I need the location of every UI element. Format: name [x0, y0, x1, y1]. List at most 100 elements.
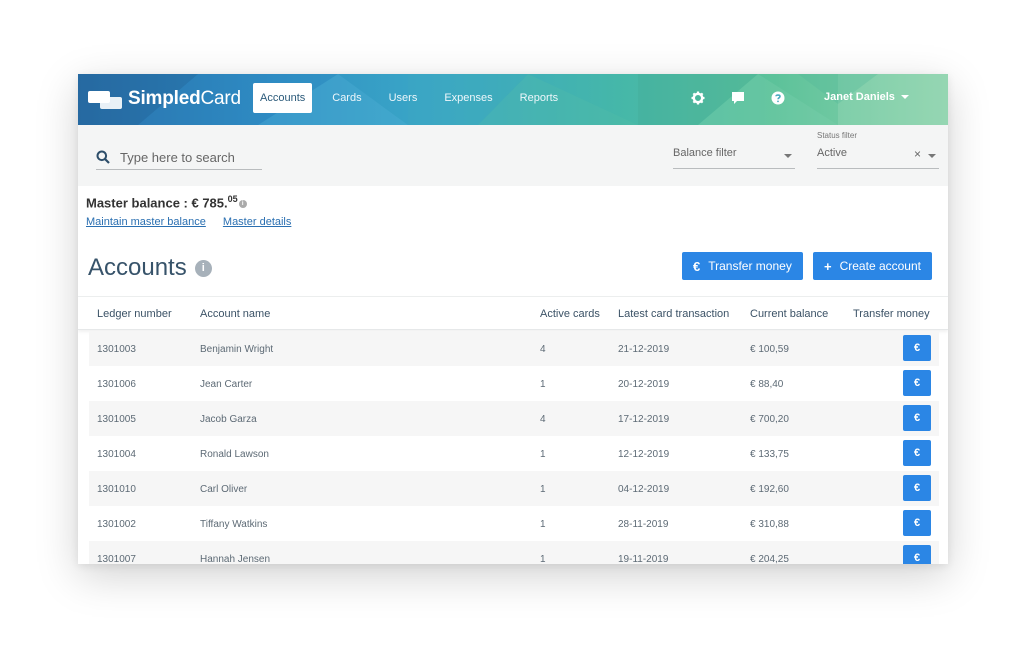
account-name-cell: Jean Carter — [200, 379, 253, 390]
latest-transaction-cell: 04-12-2019 — [618, 484, 670, 495]
balance-filter-value: Balance filter — [673, 147, 737, 159]
create-account-label: Create account — [839, 259, 921, 273]
nav-item-reports[interactable]: Reports — [513, 83, 566, 113]
row-transfer-button[interactable]: € — [903, 335, 931, 361]
active-cards-cell: 1 — [540, 449, 546, 460]
ledger-number-cell: 1301007 — [97, 554, 136, 564]
nav-item-expenses[interactable]: Expenses — [437, 83, 499, 113]
search-box — [96, 145, 262, 170]
table-row[interactable]: 1301005 Jacob Garza 4 17-12-2019 € 700,2… — [89, 401, 939, 436]
maintain-master-balance-link[interactable]: Maintain master balance — [86, 216, 206, 228]
filter-bar: Balance filter Status filter Active × — [78, 125, 948, 186]
ledger-number-cell: 1301005 — [97, 414, 136, 425]
col-active-cards[interactable]: Active cards — [540, 308, 600, 320]
current-balance-cell: € 100,59 — [750, 344, 789, 355]
account-name-cell: Ronald Lawson — [200, 449, 269, 460]
header-icons — [690, 90, 810, 106]
ledger-number-cell: 1301004 — [97, 449, 136, 460]
row-transfer-button[interactable]: € — [903, 370, 931, 396]
user-menu[interactable]: Janet Daniels — [824, 91, 909, 103]
transfer-money-button[interactable]: € Transfer money — [682, 252, 803, 280]
col-account-name[interactable]: Account name — [200, 308, 270, 320]
table-row[interactable]: 1301007 Hannah Jensen 1 19-11-2019 € 204… — [89, 541, 939, 564]
account-name-cell: Hannah Jensen — [200, 554, 271, 564]
top-bar: SimpledCard Accounts Cards Users Expense… — [78, 74, 948, 125]
table-row[interactable]: 1301002 Tiffany Watkins 1 28-11-2019 € 3… — [89, 506, 939, 541]
account-name-cell: Carl Oliver — [200, 484, 248, 495]
table-row[interactable]: 1301006 Jean Carter 1 20-12-2019 € 88,40… — [89, 366, 939, 401]
help-icon[interactable] — [770, 90, 786, 106]
account-name-cell: Tiffany Watkins — [200, 519, 268, 530]
ledger-number-cell: 1301006 — [97, 379, 136, 390]
logo-icon — [88, 89, 124, 109]
row-transfer-button[interactable]: € — [903, 440, 931, 466]
balance-filter-select[interactable]: Balance filter — [673, 147, 795, 169]
master-balance-amount: Master balance : € 785. — [86, 195, 228, 211]
active-cards-cell: 1 — [540, 519, 546, 530]
chevron-down-icon — [900, 95, 909, 100]
info-icon[interactable]: i — [194, 259, 212, 277]
clear-icon[interactable]: × — [914, 147, 921, 161]
user-name: Janet Daniels — [824, 91, 895, 103]
row-transfer-button[interactable]: € — [903, 510, 931, 536]
create-account-button[interactable]: + Create account — [813, 252, 932, 280]
current-balance-cell: € 310,88 — [750, 519, 789, 530]
status-filter-select[interactable]: Status filter Active × — [817, 131, 939, 169]
search-icon — [96, 150, 110, 164]
latest-transaction-cell: 12-12-2019 — [618, 449, 670, 460]
chat-icon[interactable] — [730, 90, 746, 106]
col-current-balance[interactable]: Current balance — [750, 308, 828, 320]
master-links: Maintain master balance Master details — [86, 216, 305, 228]
nav-item-users[interactable]: Users — [382, 83, 425, 113]
row-transfer-button[interactable]: € — [903, 405, 931, 431]
account-name-cell: Benjamin Wright — [200, 344, 274, 355]
latest-transaction-cell: 28-11-2019 — [618, 519, 669, 530]
ledger-number-cell: 1301002 — [97, 519, 136, 530]
latest-transaction-cell: 19-11-2019 — [618, 554, 669, 564]
chevron-down-icon — [784, 154, 792, 158]
master-balance-cents: 05 — [227, 194, 238, 204]
active-cards-cell: 1 — [540, 554, 546, 564]
latest-transaction-cell: 20-12-2019 — [618, 379, 670, 390]
euro-icon: € — [693, 258, 701, 274]
current-balance-cell: € 700,20 — [750, 414, 789, 425]
current-balance-cell: € 133,75 — [750, 449, 789, 460]
status-filter-value: Active — [817, 147, 847, 159]
current-balance-cell: € 88,40 — [750, 379, 784, 390]
active-cards-cell: 4 — [540, 344, 546, 355]
ledger-number-cell: 1301003 — [97, 344, 136, 355]
nav-item-cards[interactable]: Cards — [325, 83, 368, 113]
app-window: SimpledCard Accounts Cards Users Expense… — [78, 74, 948, 564]
table-row[interactable]: 1301003 Benjamin Wright 4 21-12-2019 € 1… — [89, 331, 939, 366]
nav-item-accounts[interactable]: Accounts — [253, 83, 313, 113]
gear-icon[interactable] — [690, 90, 706, 106]
transfer-money-label: Transfer money — [708, 259, 792, 273]
table-row[interactable]: 1301010 Carl Oliver 1 04-12-2019 € 192,6… — [89, 471, 939, 506]
current-balance-cell: € 204,25 — [750, 554, 789, 564]
table-header: Ledger number Account name Active cards … — [78, 297, 948, 330]
info-icon[interactable]: i — [238, 199, 247, 208]
active-cards-cell: 4 — [540, 414, 546, 425]
latest-transaction-cell: 17-12-2019 — [618, 414, 670, 425]
ledger-number-cell: 1301010 — [97, 484, 136, 495]
row-transfer-button[interactable]: € — [903, 475, 931, 501]
page-title-text: Accounts — [88, 254, 187, 281]
master-balance: Master balance : € 785.05 i — [86, 194, 247, 210]
main-nav: Accounts Cards Users Expenses Reports — [253, 83, 578, 113]
row-transfer-button[interactable]: € — [903, 545, 931, 564]
status-filter-label: Status filter — [817, 131, 858, 140]
master-details-link[interactable]: Master details — [223, 216, 291, 228]
account-name-cell: Jacob Garza — [200, 414, 257, 425]
search-input[interactable] — [120, 149, 250, 165]
chevron-down-icon — [928, 154, 936, 158]
logo-text: SimpledCard — [128, 88, 241, 109]
col-transfer-money: Transfer money — [853, 308, 930, 320]
accounts-table-body: 1301003 Benjamin Wright 4 21-12-2019 € 1… — [89, 331, 939, 564]
col-latest-card-transaction[interactable]: Latest card transaction — [618, 308, 729, 320]
active-cards-cell: 1 — [540, 484, 546, 495]
col-ledger-number[interactable]: Ledger number — [97, 308, 172, 320]
table-row[interactable]: 1301004 Ronald Lawson 1 12-12-2019 € 133… — [89, 436, 939, 471]
active-cards-cell: 1 — [540, 379, 546, 390]
app-logo[interactable]: SimpledCard — [88, 88, 241, 110]
plus-icon: + — [824, 258, 832, 274]
